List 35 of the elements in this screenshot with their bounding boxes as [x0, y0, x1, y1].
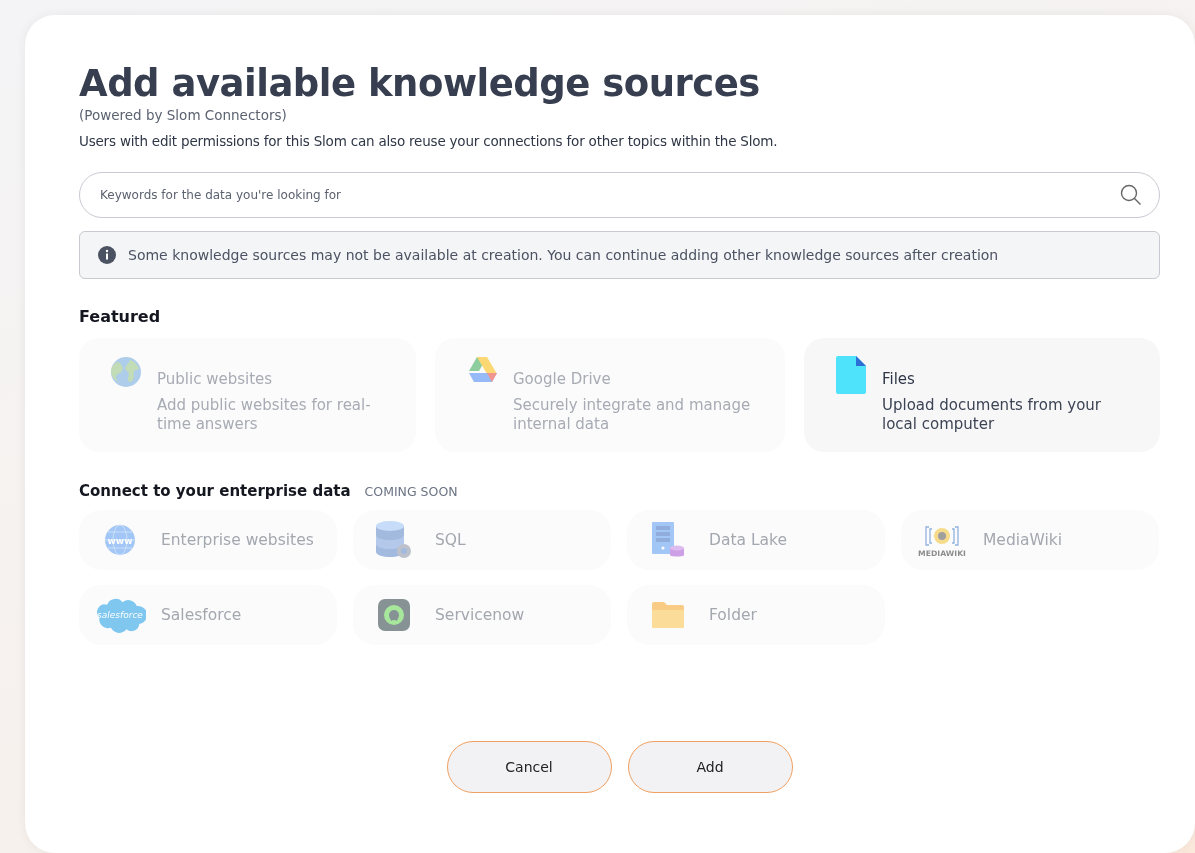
connector-label: Enterprise websites	[161, 531, 314, 549]
source-title: Files	[882, 370, 916, 388]
search-field[interactable]: Keywords for the data you're looking for	[79, 172, 1160, 218]
cancel-button[interactable]: Cancel	[446, 741, 612, 793]
info-icon	[98, 246, 116, 264]
search-icon	[1120, 184, 1142, 206]
connector-label: Salesforce	[161, 606, 242, 624]
connector-label: MediaWiki	[983, 531, 1063, 549]
folder-icon	[652, 602, 684, 628]
connector-label: Data Lake	[709, 531, 788, 549]
source-title: Public websites	[157, 370, 274, 388]
connector-label: Servicenow	[435, 606, 525, 624]
source-title: Google Drive	[513, 370, 612, 388]
source-description: Upload documents from your local computer	[882, 396, 1102, 434]
source-description: Securely integrate and manage internal data	[513, 396, 752, 434]
ring-logo-icon	[378, 599, 410, 631]
dialog-title: Add available knowledge sources	[79, 61, 761, 107]
dialog-description: Users with edit permissions for this Slom can also reuse your connections for other topics within the Slom.	[79, 133, 779, 149]
www-logo-text: www	[107, 535, 133, 546]
section-heading: Connect to your enterprise data	[79, 482, 351, 500]
database-gear-icon	[374, 520, 414, 560]
server-database-icon	[651, 522, 685, 558]
source-description: Add public websites for real-time answers	[157, 396, 372, 434]
coming-soon-label: COMING SOON	[364, 484, 458, 499]
add-button[interactable]: Add	[627, 741, 793, 793]
globe-icon	[110, 356, 142, 388]
drive-icon	[466, 356, 498, 384]
connector-label: SQL	[435, 531, 466, 549]
logo-text: salesforce	[97, 610, 143, 621]
knowledge-source-card[interactable]: Files Upload documents from your local computer	[804, 338, 1160, 452]
connector-label: Folder	[709, 606, 757, 624]
notice-text: Some knowledge sources may not be available at creation. You can continue adding other knowledge sources after creation	[128, 247, 999, 263]
section-heading: Featured	[79, 307, 162, 326]
document-icon	[836, 356, 866, 394]
dialog-subtitle: (Powered by Slom Connectors)	[79, 107, 288, 123]
